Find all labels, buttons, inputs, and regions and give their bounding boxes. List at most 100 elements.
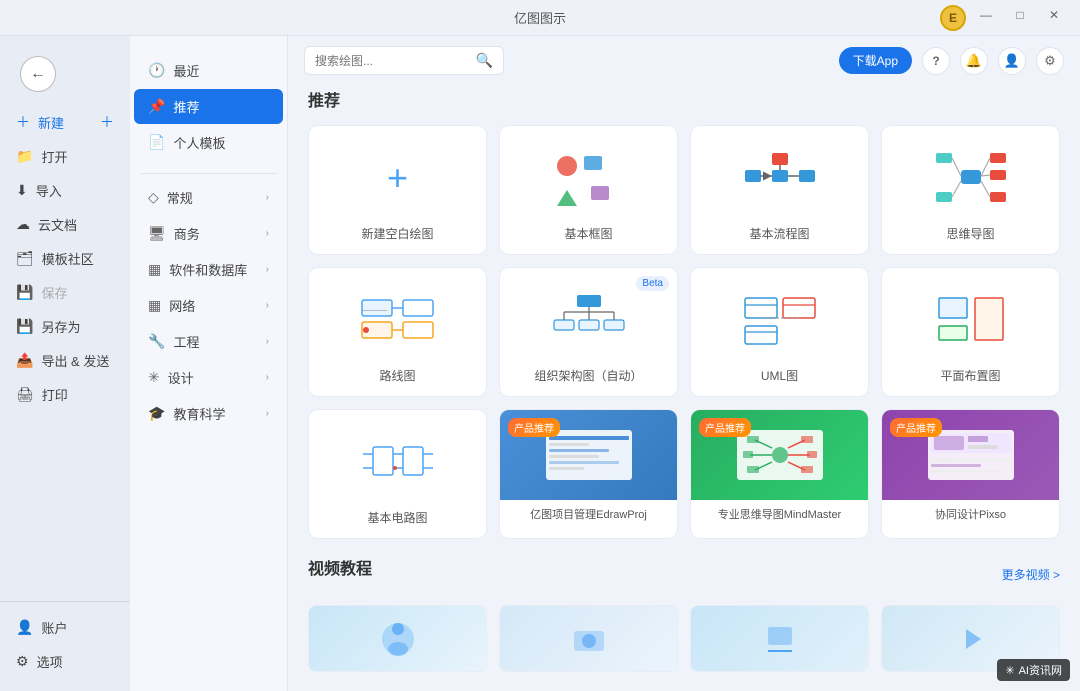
card-org-chart[interactable]: Beta — [499, 267, 678, 397]
search-box[interactable]: 🔍 — [304, 46, 504, 75]
notification-button[interactable]: 🔔 — [960, 47, 988, 75]
maximize-button[interactable]: □ — [1006, 5, 1034, 25]
download-app-button[interactable]: 下载App — [839, 47, 912, 74]
nav-item-template[interactable]: 🗂 模板社区 — [4, 242, 126, 275]
card-visual-org — [510, 282, 667, 357]
general-icon: ◇ — [148, 189, 159, 206]
more-videos-link[interactable]: 更多视频 > — [1002, 566, 1060, 583]
cards-grid: + 新建空白绘图 — [308, 125, 1060, 539]
card-label-pixso: 协同设计Pixso — [931, 500, 1010, 528]
video-card-2[interactable] — [499, 605, 678, 672]
cat-item-personal[interactable]: 📄 个人模板 — [134, 125, 283, 160]
card-label-circuit: 基本电路图 — [367, 509, 427, 526]
card-visual-mind — [892, 140, 1049, 215]
cat-item-recommend[interactable]: 📌 推荐 — [134, 89, 283, 124]
nav-item-export[interactable]: 📤 导出 & 发送 — [4, 344, 126, 377]
cat-item-education[interactable]: 🎓 教育科学 › — [134, 396, 283, 431]
video-section-title: 视频教程 — [308, 555, 372, 579]
card-label-edraw: 亿图项目管理EdrawProj — [526, 500, 651, 528]
card-new-blank[interactable]: + 新建空白绘图 — [308, 125, 487, 255]
search-input[interactable] — [315, 54, 470, 68]
cat-item-design[interactable]: ✳ 设计 › — [134, 360, 283, 395]
card-basic-flow[interactable]: 基本流程图 — [690, 125, 869, 255]
education-icon: 🎓 — [148, 405, 165, 422]
nav-item-print[interactable]: 🖨 打印 — [4, 378, 126, 411]
card-mind-map[interactable]: 思维导图 — [881, 125, 1060, 255]
video-grid — [308, 605, 1060, 672]
nav-item-save[interactable]: 💾 保存 — [4, 276, 126, 309]
card-visual-frame — [510, 140, 667, 215]
window-controls: E — □ ✕ — [940, 5, 1068, 31]
cat-item-network[interactable]: ▦ 网络 › — [134, 288, 283, 323]
nav-item-saveas[interactable]: 💾 另存为 — [4, 310, 126, 343]
export-icon: 📤 — [16, 352, 33, 369]
nav-item-new[interactable]: ＋ 新建 ＋ — [4, 105, 126, 139]
card-uml[interactable]: UML图 — [690, 267, 869, 397]
card-edraw-proj[interactable]: 产品推荐 亿图项目管理Ed — [499, 409, 678, 539]
cat-item-software-db[interactable]: ▦ 软件和数据库 › — [134, 252, 283, 287]
watermark: ✳ AI资讯网 — [997, 659, 1070, 681]
nav-item-open[interactable]: 📁 打开 — [4, 140, 126, 173]
software-db-icon: ▦ — [148, 261, 161, 278]
minimize-button[interactable]: — — [972, 5, 1000, 25]
card-visual-route: ─────── — [319, 282, 476, 357]
cat-item-business[interactable]: 🖥 商务 › — [134, 216, 283, 251]
left-panel: ← ＋ 新建 ＋ 📁 打开 ⬇ 导入 ☁ 云文档 🗂 模板社区 — [0, 36, 130, 691]
search-icon: 🔍 — [476, 52, 493, 69]
content-toolbar: 🔍 下载App ? 🔔 👤 ⚙ — [288, 36, 1080, 83]
cat-divider — [140, 173, 277, 174]
card-route[interactable]: ─────── 路线图 — [308, 267, 487, 397]
card-label-org: 组织架构图（自动） — [534, 367, 642, 384]
share-button[interactable]: 👤 — [998, 47, 1026, 75]
new-plus-icon: ＋ — [100, 112, 114, 132]
card-circuit[interactable]: 基本电路图 — [308, 409, 487, 539]
category-nav: 🕐 最近 📌 推荐 📄 个人模板 ◇ 常规 — [130, 36, 288, 691]
card-visual-flow — [701, 140, 858, 215]
cat-item-engineering[interactable]: 🔧 工程 › — [134, 324, 283, 359]
options-icon: ⚙ — [16, 653, 29, 670]
nav-item-cloud[interactable]: ☁ 云文档 — [4, 208, 126, 241]
back-button[interactable]: ← — [20, 56, 56, 92]
card-label-flow: 基本流程图 — [749, 225, 809, 242]
chevron-engineering-icon: › — [266, 336, 269, 347]
video-card-3[interactable] — [690, 605, 869, 672]
card-label-frame: 基本框图 — [564, 225, 612, 242]
card-label-route: 路线图 — [379, 367, 415, 384]
recommend-section: 推荐 + 新建空白绘图 — [308, 87, 1060, 539]
chevron-design-icon: › — [266, 372, 269, 383]
cat-item-general[interactable]: ◇ 常规 › — [134, 180, 283, 215]
nav-item-account[interactable]: 👤 账户 — [4, 611, 126, 644]
recommend-icon: 📌 — [148, 98, 165, 115]
left-nav-bottom: 👤 账户 ⚙ 选项 — [0, 601, 130, 691]
card-pixso[interactable]: 产品推荐 — [881, 409, 1060, 539]
card-basic-frame[interactable]: 基本框图 — [499, 125, 678, 255]
watermark-icon: ✳ — [1005, 664, 1014, 677]
titlebar: 亿图图示 E — □ ✕ — [0, 0, 1080, 36]
video-card-1[interactable] — [308, 605, 487, 672]
card-visual-circuit — [319, 424, 476, 499]
card-floor-plan[interactable]: 平面布置图 — [881, 267, 1060, 397]
svg-text:───────: ─────── — [361, 308, 387, 314]
recent-icon: 🕐 — [148, 62, 165, 79]
card-label-mind: 思维导图 — [946, 225, 994, 242]
new-icon: ＋ — [16, 112, 30, 132]
card-label-floor: 平面布置图 — [940, 367, 1000, 384]
nav-item-options[interactable]: ⚙ 选项 — [4, 645, 126, 678]
user-avatar[interactable]: E — [940, 5, 966, 31]
settings-button[interactable]: ⚙ — [1036, 47, 1064, 75]
card-mindmaster[interactable]: 产品推荐 — [690, 409, 869, 539]
close-button[interactable]: ✕ — [1040, 5, 1068, 25]
app-title: 亿图图示 — [514, 8, 566, 27]
card-visual-new: + — [319, 140, 476, 215]
chevron-education-icon: › — [266, 408, 269, 419]
cat-item-recent[interactable]: 🕐 最近 — [134, 53, 283, 88]
toolbar-right: 下载App ? 🔔 👤 ⚙ — [839, 47, 1064, 75]
chevron-business-icon: › — [266, 228, 269, 239]
nav-item-import[interactable]: ⬇ 导入 — [4, 174, 126, 207]
product-badge-pixso: 产品推荐 — [890, 418, 942, 437]
main-layout: ← ＋ 新建 ＋ 📁 打开 ⬇ 导入 ☁ 云文档 🗂 模板社区 — [0, 36, 1080, 691]
chevron-network-icon: › — [266, 300, 269, 311]
video-section: 视频教程 更多视频 > — [308, 555, 1060, 672]
help-button[interactable]: ? — [922, 47, 950, 75]
video-thumb-2 — [500, 606, 677, 671]
